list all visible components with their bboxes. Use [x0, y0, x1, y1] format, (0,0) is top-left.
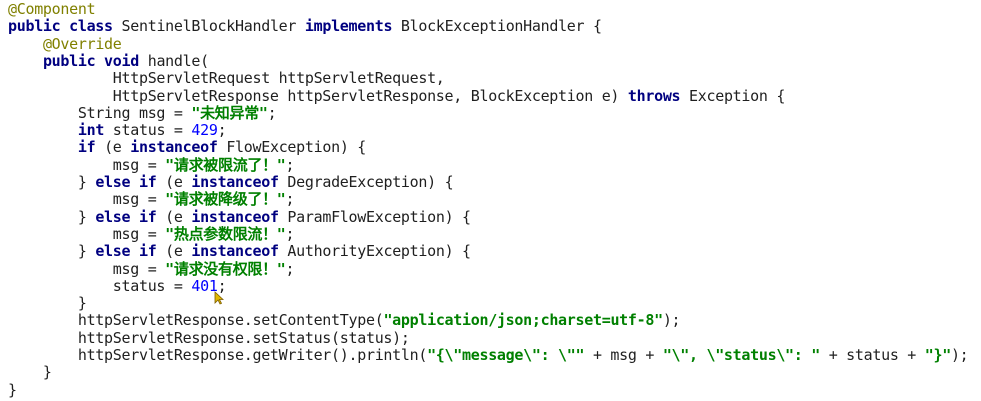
- code-line[interactable]: }: [8, 380, 17, 399]
- code-line[interactable]: @Override: [8, 34, 122, 53]
- code-line[interactable]: public void handle(: [8, 51, 209, 70]
- code-line[interactable]: msg = "热点参数限流！";: [8, 224, 295, 243]
- keyword-token: if: [77, 138, 105, 157]
- code-line[interactable]: httpServletResponse.setContentType("appl…: [8, 311, 681, 330]
- code-line[interactable]: if (e instanceof FlowException) {: [8, 139, 366, 156]
- string-literal: "热点参数限流！": [165, 224, 286, 243]
- keyword-token: int: [77, 121, 113, 140]
- code-text: FlowException) {: [226, 138, 367, 157]
- code-text: ;: [285, 259, 295, 278]
- code-text: ;: [285, 155, 295, 174]
- code-line[interactable]: HttpServletResponse httpServletResponse,…: [8, 86, 786, 105]
- code-text: + msg +: [584, 346, 663, 364]
- code-text: status =: [8, 276, 192, 295]
- code-line[interactable]: msg = "请求没有权限！";: [8, 259, 295, 278]
- annotation-token: @Component: [8, 0, 96, 18]
- string-literal: "请求被降级了！": [165, 190, 286, 209]
- code-text: ParamFlowException) {: [287, 207, 471, 226]
- keyword-token: public void: [42, 51, 148, 70]
- code-text: ;: [285, 224, 295, 243]
- keyword-token: else if: [95, 173, 166, 191]
- code-text: httpServletResponse.getWriter().println(: [8, 346, 428, 364]
- code-text: httpServletResponse.setContentType(: [8, 311, 384, 330]
- code-line[interactable]: msg = "请求被降级了！";: [8, 190, 295, 209]
- code-text: }: [8, 207, 96, 226]
- code-line[interactable]: }: [8, 294, 87, 313]
- number-literal: 429: [191, 121, 218, 140]
- code-text: ;: [267, 103, 277, 122]
- code-text: + status +: [819, 346, 925, 364]
- keyword-token: instanceof: [191, 173, 288, 191]
- code-text: (e: [165, 242, 192, 261]
- code-text: }: [8, 173, 96, 191]
- code-line[interactable]: public class SentinelBlockHandler implem…: [8, 18, 602, 35]
- keyword-token: else if: [95, 242, 166, 261]
- code-line[interactable]: } else if (e instanceof ParamFlowExcepti…: [8, 207, 471, 226]
- keyword-token: instanceof: [191, 207, 288, 226]
- code-line[interactable]: httpServletResponse.getWriter().println(…: [8, 346, 969, 364]
- keyword-token: else if: [95, 207, 166, 226]
- keyword-token: instanceof: [191, 242, 288, 261]
- code-text: BlockExceptionHandler {: [400, 17, 602, 36]
- code-text: msg =: [8, 155, 166, 174]
- code-line[interactable]: @Component: [8, 0, 96, 18]
- string-literal: "请求没有权限！": [165, 259, 286, 278]
- code-text: Exception {: [689, 86, 786, 105]
- code-editor[interactable]: @Component public class SentinelBlockHand…: [0, 0, 981, 401]
- string-literal: "未知异常": [191, 103, 268, 122]
- keyword-token: public class: [8, 17, 122, 36]
- keyword-token: throws: [627, 86, 690, 105]
- code-line[interactable]: status = 401;: [8, 276, 227, 295]
- annotation-token: @Override: [42, 34, 122, 53]
- code-text: (e: [104, 138, 131, 157]
- code-line[interactable]: int status = 429;: [8, 121, 227, 140]
- code-line[interactable]: } else if (e instanceof DegradeException…: [8, 173, 454, 191]
- code-line[interactable]: String msg = "未知异常";: [8, 103, 277, 122]
- code-text: }: [8, 363, 52, 382]
- string-literal: "请求被限流了！": [165, 155, 286, 174]
- code-text: AuthorityException) {: [287, 242, 471, 261]
- code-text: }: [8, 242, 96, 261]
- code-text: }: [8, 294, 87, 313]
- code-text: HttpServletRequest httpServletRequest,: [8, 69, 445, 88]
- code-text: );: [950, 346, 969, 364]
- keyword-token: instanceof: [130, 138, 227, 157]
- code-line[interactable]: msg = "请求被限流了！";: [8, 155, 295, 174]
- code-text: httpServletResponse.setStatus(status);: [8, 328, 410, 347]
- code-text: handle(: [147, 51, 209, 70]
- string-literal: "\", \"status\": ": [662, 346, 820, 364]
- string-literal: "}": [924, 346, 952, 364]
- code-text: HttpServletResponse httpServletResponse,…: [8, 86, 628, 105]
- code-text: msg =: [8, 224, 166, 243]
- keyword-token: implements: [304, 17, 401, 36]
- string-literal: "{\"message\": \"": [427, 346, 585, 364]
- code-text: ;: [285, 190, 295, 209]
- code-line[interactable]: } else if (e instanceof AuthorityExcepti…: [8, 243, 471, 260]
- code-text: msg =: [8, 259, 166, 278]
- string-literal: "application/json;charset=utf-8": [383, 311, 663, 330]
- mouse-pointer-icon: [214, 291, 224, 305]
- code-line[interactable]: }: [8, 364, 52, 381]
- code-text: msg =: [8, 190, 166, 209]
- code-text: ;: [217, 121, 227, 140]
- code-line[interactable]: HttpServletRequest httpServletRequest,: [8, 70, 445, 87]
- code-text: }: [8, 380, 17, 399]
- code-text: DegradeException) {: [287, 173, 454, 191]
- code-text: (e: [165, 173, 192, 191]
- code-line[interactable]: httpServletResponse.setStatus(status);: [8, 328, 410, 347]
- code-text: (e: [165, 207, 192, 226]
- code-text: String msg =: [8, 103, 192, 122]
- code-text: );: [662, 311, 681, 330]
- code-text: SentinelBlockHandler: [121, 17, 305, 36]
- code-text: status =: [112, 121, 192, 140]
